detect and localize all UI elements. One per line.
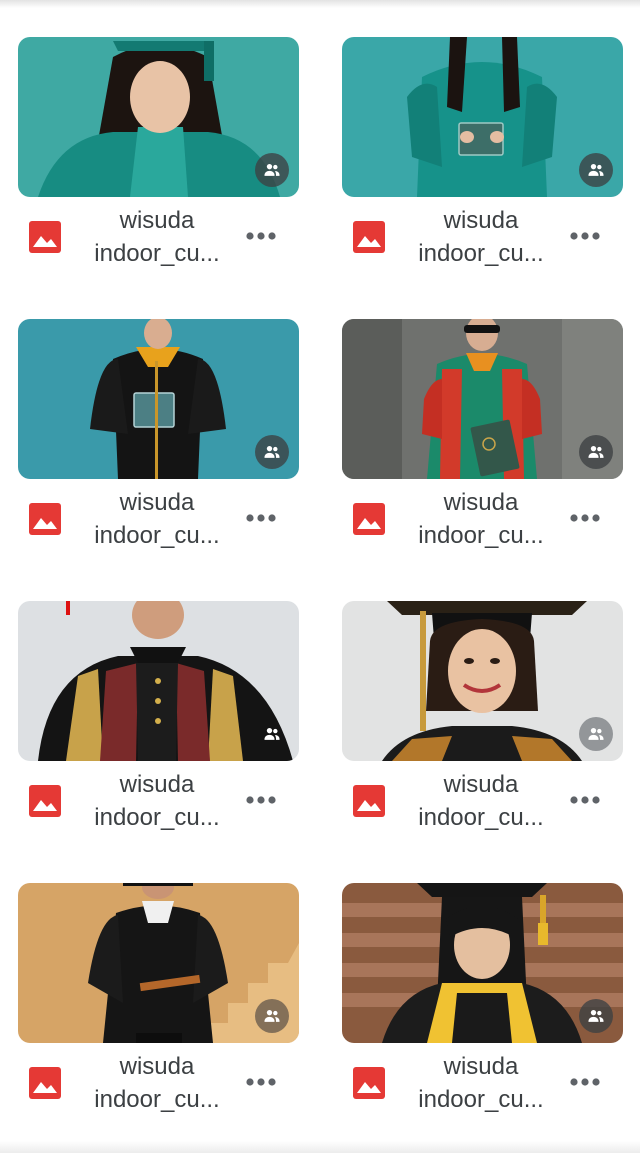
file-thumbnail[interactable] [18,37,299,197]
shared-people-icon [255,717,289,751]
shared-people-icon [255,153,289,187]
file-thumbnail[interactable] [18,601,299,761]
more-horizontal-icon [246,514,276,522]
bottom-bar-shadow [0,1141,640,1153]
file-thumbnail[interactable] [18,319,299,479]
image-file-icon [28,784,62,818]
more-horizontal-icon [246,1078,276,1086]
more-options-button[interactable] [564,218,606,254]
shared-people-icon [255,435,289,469]
file-meta: wisuda indoor_cu... [18,1048,299,1128]
file-meta: wisuda indoor_cu... [18,484,299,564]
file-name[interactable]: wisuda indoor_cu... [406,204,556,270]
file-thumbnail[interactable] [18,883,299,1043]
file-name[interactable]: wisuda indoor_cu... [406,1050,556,1116]
more-options-button[interactable] [564,500,606,536]
file-meta: wisuda indoor_cu... [342,1048,623,1128]
file-name[interactable]: wisuda indoor_cu... [406,486,556,552]
image-file-icon [28,502,62,536]
file-card[interactable]: wisuda indoor_cu... [18,319,299,569]
file-meta: wisuda indoor_cu... [18,766,299,846]
image-file-icon [28,1066,62,1100]
file-name[interactable]: wisuda indoor_cu... [82,204,232,270]
file-meta: wisuda indoor_cu... [342,202,623,282]
more-options-button[interactable] [240,500,282,536]
more-options-button[interactable] [564,782,606,818]
image-file-icon [28,220,62,254]
image-file-icon [352,1066,386,1100]
file-thumbnail[interactable] [342,883,623,1043]
more-options-button[interactable] [564,1064,606,1100]
file-thumbnail[interactable] [342,319,623,479]
shared-people-icon [255,999,289,1033]
file-meta: wisuda indoor_cu... [18,202,299,282]
file-thumbnail[interactable] [342,601,623,761]
more-horizontal-icon [570,1078,600,1086]
file-thumbnail[interactable] [342,37,623,197]
file-name[interactable]: wisuda indoor_cu... [406,768,556,834]
file-name[interactable]: wisuda indoor_cu... [82,486,232,552]
file-name[interactable]: wisuda indoor_cu... [82,768,232,834]
file-card[interactable]: wisuda indoor_cu... [18,601,299,851]
file-grid: wisuda indoor_cu... wisuda indoor_cu... … [0,0,640,1153]
more-horizontal-icon [246,232,276,240]
file-card[interactable]: wisuda indoor_cu... [342,883,623,1133]
more-horizontal-icon [570,796,600,804]
more-options-button[interactable] [240,782,282,818]
more-horizontal-icon [570,514,600,522]
more-horizontal-icon [570,232,600,240]
image-file-icon [352,220,386,254]
image-file-icon [352,502,386,536]
file-card[interactable]: wisuda indoor_cu... [342,319,623,569]
file-meta: wisuda indoor_cu... [342,766,623,846]
more-options-button[interactable] [240,218,282,254]
file-meta: wisuda indoor_cu... [342,484,623,564]
file-card[interactable]: wisuda indoor_cu... [342,37,623,287]
file-card[interactable]: wisuda indoor_cu... [18,883,299,1133]
shared-people-icon [579,435,613,469]
file-card[interactable]: wisuda indoor_cu... [342,601,623,851]
file-card[interactable]: wisuda indoor_cu... [18,37,299,287]
file-name[interactable]: wisuda indoor_cu... [82,1050,232,1116]
shared-people-icon [579,153,613,187]
shared-people-icon [579,999,613,1033]
more-options-button[interactable] [240,1064,282,1100]
more-horizontal-icon [246,796,276,804]
shared-people-icon [579,717,613,751]
image-file-icon [352,784,386,818]
